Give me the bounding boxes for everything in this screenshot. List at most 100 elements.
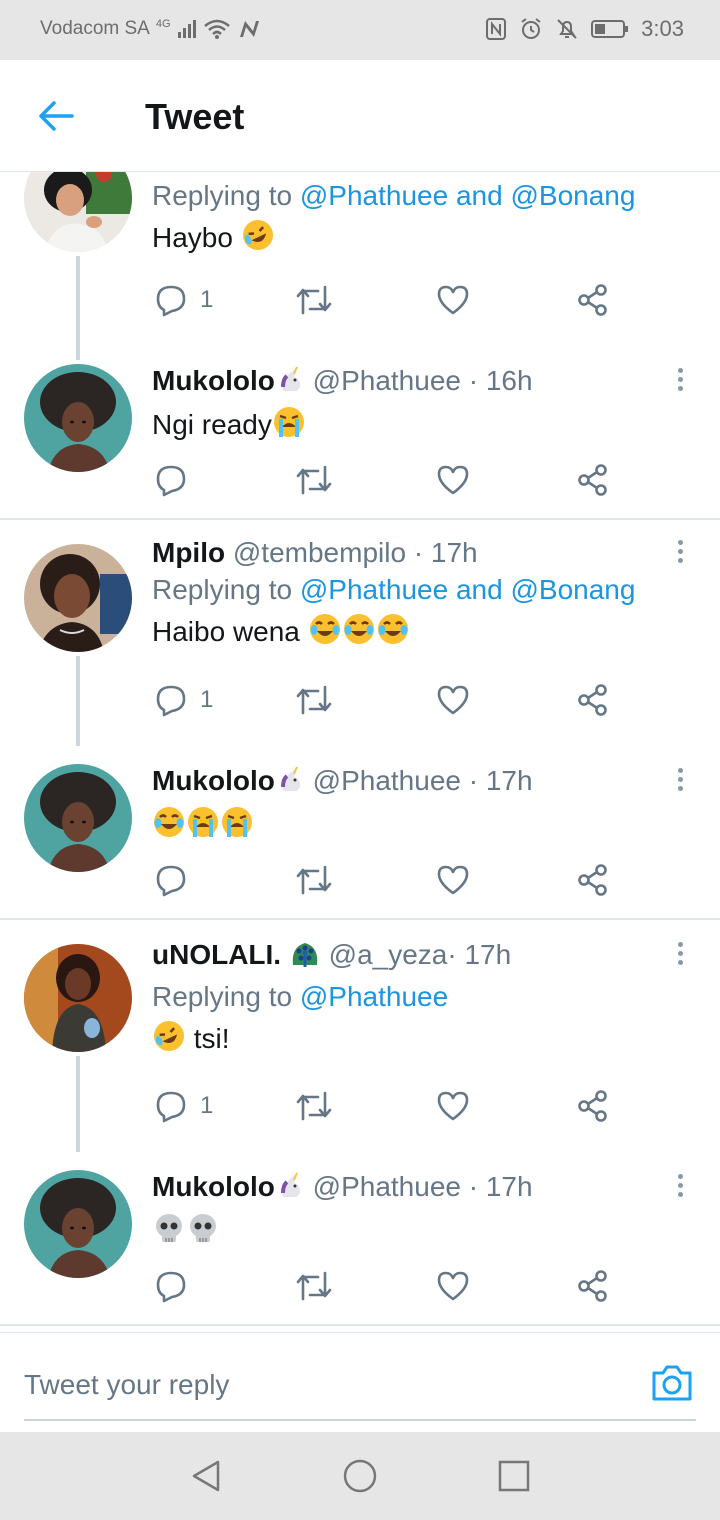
display-name[interactable]: Mukololo (152, 365, 275, 396)
rofl-emoji (152, 1019, 186, 1064)
retweet-button[interactable] (294, 860, 334, 900)
like-button[interactable] (436, 860, 470, 900)
reply-button[interactable]: 1 (154, 280, 213, 320)
share-button[interactable] (576, 1266, 610, 1306)
like-button[interactable] (436, 1086, 470, 1126)
network-type-label: 4G (155, 18, 171, 30)
tweet-text: tsi! (152, 1019, 680, 1064)
unicorn-emoji (275, 1171, 305, 1209)
reply-input[interactable] (24, 1351, 696, 1421)
avatar[interactable] (24, 544, 132, 652)
tweet-meta: Mukololo @Phathuee · 17h (152, 1170, 680, 1209)
user-handle[interactable]: @tembempilo (233, 537, 406, 568)
tweet-time: · 17h (413, 537, 478, 568)
reply-button[interactable]: 1 (154, 1086, 213, 1126)
share-button[interactable] (576, 860, 610, 900)
tweet-item[interactable]: Mukololo @Phathuee · 17h (0, 752, 720, 918)
app-header: Tweet (0, 60, 720, 172)
retweet-icon (296, 1271, 332, 1301)
reply-icon (156, 865, 186, 897)
like-icon (437, 1271, 469, 1301)
retweet-button[interactable] (294, 280, 334, 320)
tweet-feed[interactable]: Replying to @Phathuee and @Bonang Haybo … (0, 172, 720, 1332)
like-button[interactable] (436, 460, 470, 500)
reply-button[interactable] (154, 1266, 200, 1306)
share-button[interactable] (576, 280, 610, 320)
nfc-icon (485, 17, 507, 41)
tweet-actions: 1 (152, 680, 622, 720)
back-arrow-icon[interactable] (36, 98, 76, 134)
reply-button[interactable]: 1 (154, 680, 213, 720)
mention-link[interactable]: @Phathuee (300, 981, 448, 1012)
like-button[interactable] (436, 680, 470, 720)
reply-button[interactable] (154, 460, 200, 500)
joy-emoji (376, 612, 410, 657)
reply-count: 1 (200, 1092, 214, 1119)
tweet-time: · 16h (468, 365, 533, 396)
tweet-time: · 17h (468, 765, 533, 796)
avatar[interactable] (24, 944, 132, 1052)
wifi-icon (203, 18, 231, 40)
tweet-actions (152, 860, 622, 900)
tweet-text: Haybo (152, 218, 680, 263)
like-button[interactable] (436, 1266, 470, 1306)
thread-line (76, 256, 80, 360)
reply-icon (156, 465, 186, 497)
user-handle[interactable]: @Phathuee (313, 365, 461, 396)
tweet-item[interactable]: Mpilo @tembempilo · 17h Replying to @Pha… (0, 520, 720, 746)
camera-icon[interactable] (650, 1363, 694, 1403)
retweet-button[interactable] (294, 680, 334, 720)
retweet-icon (296, 685, 332, 715)
signal-icon (177, 19, 197, 39)
user-handle[interactable]: @a_yeza (329, 939, 448, 970)
tweet-time: · 17h (447, 939, 512, 970)
like-icon (437, 285, 469, 315)
joy-emoji (152, 805, 186, 850)
carrier-label: Vodacom SA (40, 18, 150, 39)
avatar[interactable] (24, 764, 132, 872)
reply-icon (156, 1091, 186, 1123)
retweet-button[interactable] (294, 460, 334, 500)
battery-icon (591, 19, 629, 39)
mention-link[interactable]: @Phathuee and @Bonang (300, 574, 636, 605)
like-button[interactable] (436, 280, 470, 320)
retweet-button[interactable] (294, 1266, 334, 1306)
display-name[interactable]: uNOLALI. (152, 939, 281, 970)
tweet-meta: Mukololo @Phathuee · 16h (152, 364, 680, 403)
avatar[interactable] (24, 364, 132, 472)
peacock-emoji (289, 939, 321, 977)
display-name[interactable]: Mukololo (152, 765, 275, 796)
display-name[interactable]: Mukololo (152, 1171, 275, 1202)
status-bar: Vodacom SA 4G 3:03 (0, 0, 720, 60)
nav-back-icon[interactable] (188, 1458, 224, 1494)
tweet-actions (152, 460, 622, 500)
mention-link[interactable]: @Phathuee and @Bonang (300, 180, 636, 211)
display-name[interactable]: Mpilo (152, 537, 225, 568)
tweet-actions: 1 (152, 280, 622, 320)
system-nav-bar (0, 1432, 720, 1520)
reply-count: 1 (200, 686, 214, 713)
tweet-text: Haibo wena (152, 612, 680, 657)
rofl-emoji (241, 218, 275, 263)
tweet-item[interactable]: Mukololo @Phathuee · 17h (0, 1158, 720, 1324)
user-handle[interactable]: @Phathuee (313, 1171, 461, 1202)
tweet-item[interactable]: Mukololo @Phathuee · 16h Ngi ready (0, 352, 720, 518)
share-button[interactable] (576, 1086, 610, 1126)
retweet-button[interactable] (294, 1086, 334, 1126)
share-button[interactable] (576, 460, 610, 500)
user-handle[interactable]: @Phathuee (313, 765, 461, 796)
tweet-text: Ngi ready (152, 405, 680, 450)
avatar[interactable] (24, 172, 132, 252)
reply-button[interactable] (154, 860, 200, 900)
share-button[interactable] (576, 680, 610, 720)
nav-recents-icon[interactable] (496, 1458, 532, 1494)
loudly-crying-emoji (186, 805, 220, 850)
nav-home-icon[interactable] (342, 1458, 378, 1494)
retweet-icon (296, 865, 332, 895)
like-icon (437, 865, 469, 895)
tweet-item[interactable]: Replying to @Phathuee and @Bonang Haybo … (0, 172, 720, 360)
thread-line (76, 656, 80, 746)
avatar[interactable] (24, 1170, 132, 1278)
loudly-crying-emoji (272, 405, 306, 450)
unicorn-emoji (275, 765, 305, 803)
